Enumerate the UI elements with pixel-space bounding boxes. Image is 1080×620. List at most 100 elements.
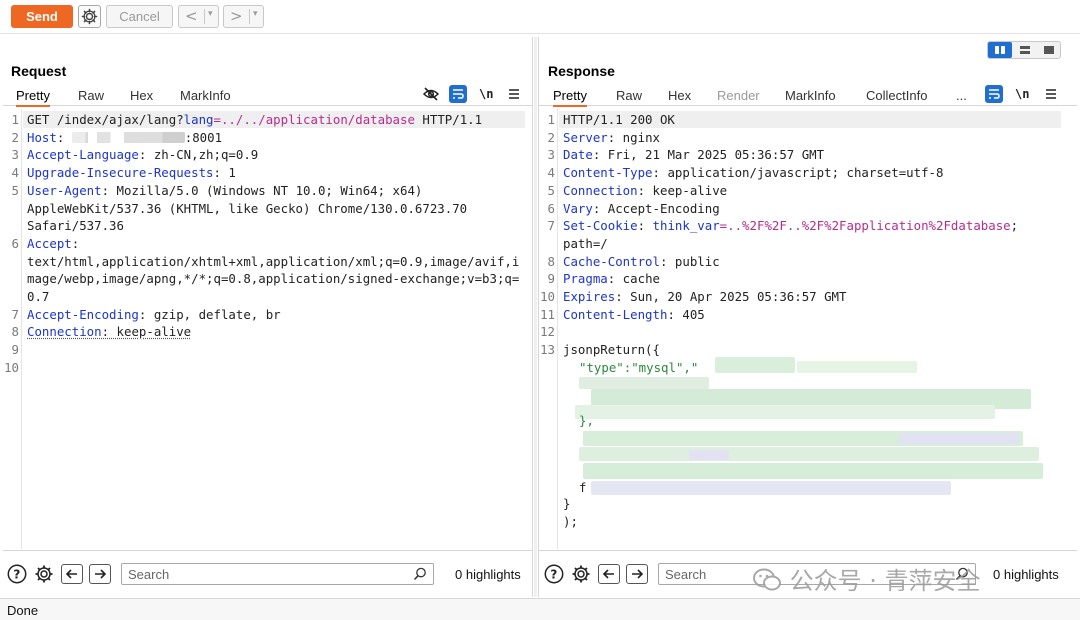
highlights-count: 0 highlights: [455, 567, 521, 582]
line-number: 3: [11, 147, 19, 163]
header-host: Host: :8001: [27, 129, 223, 145]
response-title: Response: [548, 63, 615, 79]
jsonp-open: jsonpReturn({: [563, 342, 660, 358]
chevron-down-icon[interactable]: ▾: [253, 9, 258, 19]
header-key: Content-Type: [563, 165, 653, 181]
chevron-down-icon[interactable]: ▾: [208, 9, 213, 19]
search-next-button[interactable]: [626, 564, 648, 584]
header-value: : gzip, deflate, br: [138, 306, 281, 322]
redacted-block: [579, 377, 709, 389]
gear-icon: [81, 8, 98, 25]
eye-off-icon[interactable]: [422, 85, 440, 103]
help-icon[interactable]: ?: [7, 564, 27, 584]
tab-collectinfo[interactable]: CollectInfo: [866, 88, 927, 103]
tab-pretty[interactable]: Pretty: [16, 88, 50, 107]
tab-markinfo[interactable]: MarkInfo: [785, 88, 836, 103]
cookie-semicolon: ;: [1010, 218, 1019, 234]
redacted-block: [797, 361, 917, 373]
menu-icon[interactable]: [505, 85, 523, 103]
newline-toggle-icon[interactable]: \n: [477, 85, 495, 103]
line-number: 11: [540, 306, 555, 322]
tab-pretty[interactable]: Pretty: [553, 88, 587, 107]
line-number: 10: [540, 289, 555, 304]
search-next-button[interactable]: [89, 564, 111, 584]
line-number: 13: [540, 342, 555, 358]
wrap-lines-icon[interactable]: [985, 85, 1003, 103]
search-placeholder: Search: [665, 567, 707, 582]
tab-more[interactable]: ...: [956, 88, 967, 103]
header-key: Accept: [27, 236, 72, 251]
header-colon: :: [71, 236, 80, 251]
header-value: : nginx: [607, 129, 660, 145]
status-text: Done: [7, 603, 39, 618]
newline-toggle-icon[interactable]: \n: [1013, 85, 1031, 103]
tab-hex[interactable]: Hex: [130, 88, 153, 103]
request-search-bar: ? Search 0 highlights: [3, 550, 532, 596]
header-server: Server: nginx: [563, 130, 660, 145]
jsonp-close: );: [563, 513, 578, 529]
header-connection: Connection: keep-alive: [563, 183, 727, 198]
header-value: : zh-CN,zh;q=0.9: [138, 147, 259, 163]
rows-icon: [1020, 46, 1030, 54]
tab-hex[interactable]: Hex: [668, 88, 691, 103]
json-brace: },: [579, 413, 594, 428]
arrow-left-icon: [65, 569, 77, 579]
header-value: : 405: [667, 306, 705, 322]
line-number: 12: [540, 324, 555, 340]
line-number: 3: [547, 147, 555, 163]
tab-markinfo[interactable]: MarkInfo: [180, 88, 231, 103]
cancel-button[interactable]: Cancel: [106, 5, 173, 28]
redacted-block: [583, 463, 1043, 479]
search-prev-button[interactable]: [61, 564, 83, 584]
watermark: 公众号 · 青萍安全: [752, 561, 981, 595]
layout-side-by-side-button[interactable]: [988, 42, 1012, 58]
search-prev-button[interactable]: [598, 564, 620, 584]
header-value: : Fri, 21 Mar 2025 05:36:57 GMT: [592, 147, 825, 163]
header-key: Set-Cookie: [563, 218, 638, 234]
line-number: 7: [547, 218, 555, 234]
separator: [249, 9, 250, 24]
header-set-cookie-cont: path=/: [563, 235, 608, 251]
header-value: : keep-alive: [101, 324, 192, 340]
send-settings-button[interactable]: [78, 5, 101, 28]
wrap-lines-icon[interactable]: [449, 85, 467, 103]
header-colon: :: [637, 218, 653, 234]
back-button[interactable]: < ▾: [178, 5, 219, 28]
help-icon[interactable]: ?: [544, 564, 564, 584]
search-placeholder: Search: [128, 567, 170, 582]
cookie-name: think_var: [652, 218, 720, 234]
send-button[interactable]: Send: [11, 5, 73, 28]
status-bar: Done: [0, 598, 1080, 620]
layout-stacked-button[interactable]: [1013, 42, 1037, 58]
redacted-block: [899, 433, 1019, 444]
pane-splitter[interactable]: [534, 37, 537, 597]
search-input[interactable]: Search: [121, 563, 434, 585]
header-accept-language: Accept-Language: zh-CN,zh;q=0.9: [27, 147, 258, 162]
line-number: 5: [547, 182, 555, 198]
header-key: Server: [563, 129, 608, 145]
header-expires: Expires: Sun, 20 Apr 2025 05:36:57 GMT: [563, 289, 846, 304]
response-pane: Response Pretty Raw Hex Render MarkInfo …: [538, 37, 1077, 597]
tab-raw[interactable]: Raw: [616, 88, 642, 103]
json-field-f: f: [579, 480, 587, 495]
header-value: : Mozilla/5.0 (Windows NT 10.0; Win64; x…: [101, 182, 423, 198]
layout-tabs-button[interactable]: [1037, 42, 1061, 58]
line-number: 1: [11, 112, 19, 127]
line-number: 4: [547, 165, 555, 181]
request-line: GET /index/ajax/lang?lang=../../applicat…: [27, 112, 482, 127]
request-editor[interactable]: 1 2 3 4 5 6 7 8 9 10 GET /index/ajax/lan…: [3, 109, 532, 549]
line-number: 4: [11, 165, 19, 181]
response-editor[interactable]: 1 2 3 4 5 6 7 8 9 10 11 12 13 HTTP/1.1 2…: [539, 109, 1077, 549]
header-connection: Connection: keep-alive: [27, 324, 191, 339]
header-value: : cache: [607, 271, 660, 287]
menu-icon[interactable]: [1042, 85, 1060, 103]
header-key: Cache-Control: [563, 253, 660, 269]
request-method-path: GET /index/ajax/lang?: [27, 112, 184, 127]
header-key: Host: [27, 129, 57, 145]
header-value: : application/javascript; charset=utf-8: [652, 165, 944, 181]
gear-icon[interactable]: [34, 564, 54, 584]
gear-icon[interactable]: [571, 564, 591, 584]
forward-arrow-icon: >: [230, 7, 243, 25]
forward-button[interactable]: > ▾: [223, 5, 264, 28]
tab-raw[interactable]: Raw: [78, 88, 104, 103]
